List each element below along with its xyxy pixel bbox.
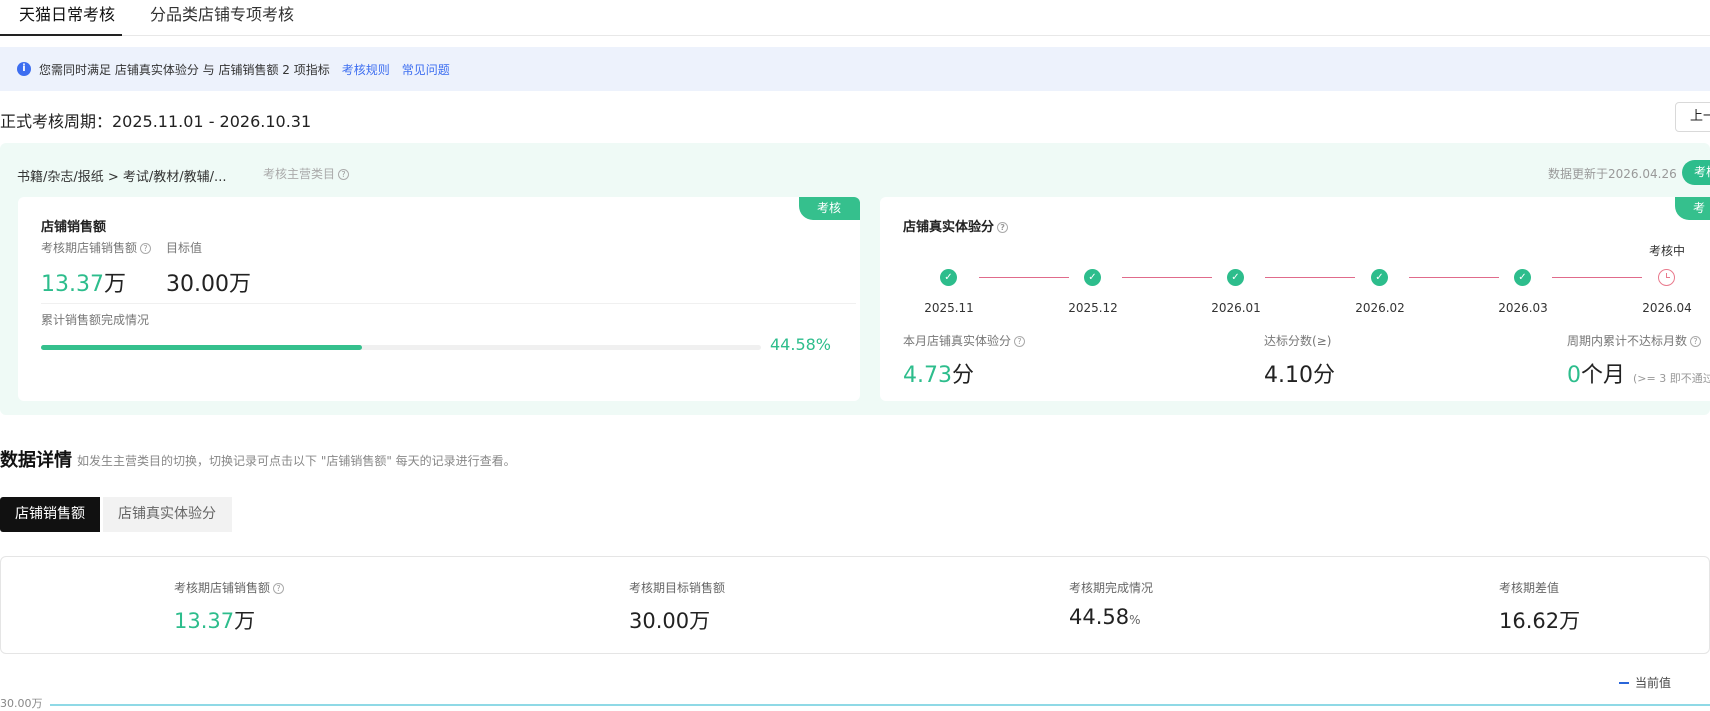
check-icon: ✓ — [1084, 269, 1101, 286]
target-line — [50, 704, 1710, 706]
help-icon[interactable]: ? — [997, 222, 1009, 233]
help-icon[interactable]: ? — [273, 583, 285, 594]
pass-score-label: 达标分数(≥) — [1264, 334, 1332, 348]
metric-label: 考核期差值 — [1499, 581, 1560, 595]
step-connector — [1409, 277, 1499, 278]
clock-icon — [1658, 269, 1675, 286]
top-tabs: 天猫日常考核 分品类店铺专项考核 — [0, 0, 1710, 36]
help-icon[interactable]: ? — [140, 243, 152, 254]
fail-note: (>= 3 即不通过 — [1633, 372, 1710, 385]
help-icon[interactable]: ? — [338, 169, 350, 180]
step-connector — [1122, 277, 1212, 278]
tab-category-special[interactable]: 分品类店铺专项考核 — [150, 0, 294, 36]
progress-percent: 44.58% — [770, 335, 832, 354]
status-tag: 考核 — [1675, 197, 1710, 238]
progress-bar — [41, 345, 761, 350]
status-tag: 考核中 — [799, 197, 860, 238]
category-hint: 考核主营类目? — [263, 165, 350, 182]
progress-label: 累计销售额完成情况 — [41, 313, 150, 327]
month-label: 2026.01 — [1211, 301, 1261, 315]
metric-label: 考核期店铺销售额? — [174, 579, 285, 596]
target-label: 目标值 — [166, 241, 203, 255]
month-label: 2026.02 — [1355, 301, 1405, 315]
fail-months-value: 0个月 (>= 3 即不通过 — [1567, 357, 1710, 389]
metric-value: 16.62万 — [1499, 609, 1581, 633]
period-sales-label: 考核期店铺销售额? — [41, 239, 152, 256]
month-label: 2026.04 — [1642, 301, 1692, 315]
card-title: 店铺真实体验分? — [903, 216, 1009, 235]
tab-tmall-daily[interactable]: 天猫日常考核 — [0, 0, 122, 36]
fail-months-label: 周期内累计不达标月数? — [1567, 332, 1702, 349]
check-icon: ✓ — [1514, 269, 1531, 286]
metric-label: 考核期完成情况 — [1069, 581, 1154, 595]
step-connector — [1552, 277, 1642, 278]
data-updated: 数据更新于2026.04.26 — [1548, 167, 1677, 181]
period-sales-value: 13.37万 — [41, 272, 126, 297]
notice-text: 您需同时满足 店铺真实体验分 与 店铺销售额 2 项指标 — [39, 62, 330, 77]
metric-value: 30.00万 — [629, 609, 711, 633]
month-label: 2026.03 — [1498, 301, 1548, 315]
prev-period-button[interactable]: 上一 — [1675, 102, 1710, 132]
segment-experience-score[interactable]: 店铺真实体验分 — [103, 497, 232, 532]
summary-box — [0, 556, 1710, 654]
category-breadcrumb: 书籍/杂志/报纸 > 考试/教材/教辅/... — [17, 170, 227, 185]
faq-link[interactable]: 常见问题 — [402, 61, 450, 78]
status-pill[interactable]: 考核 — [1682, 160, 1710, 185]
info-icon: i — [17, 62, 31, 76]
card-title: 店铺销售额 — [41, 220, 107, 235]
step-connector — [979, 277, 1069, 278]
rules-link[interactable]: 考核规则 — [342, 61, 390, 78]
check-icon: ✓ — [1227, 269, 1244, 286]
section-title: 数据详情 — [0, 450, 72, 471]
experience-card: 考核 店铺真实体验分? 考核中 ✓ ✓ ✓ ✓ ✓ 2025.11 2025.1… — [880, 197, 1710, 401]
divider — [41, 303, 856, 304]
help-icon[interactable]: ? — [1690, 336, 1702, 347]
sales-card: 考核中 店铺销售额 考核期店铺销售额? 目标值 13.37万 30.00万 累计… — [18, 197, 860, 401]
notice-bar: i 您需同时满足 店铺真实体验分 与 店铺销售额 2 项指标 考核规则 常见问题 — [0, 47, 1710, 91]
check-icon: ✓ — [1371, 269, 1388, 286]
legend-marker — [1619, 682, 1629, 684]
segment-store-sales[interactable]: 店铺销售额 — [0, 497, 100, 532]
section-hint: 如发生主营类目的切换，切换记录可点击以下 "店铺销售额" 每天的记录进行查看。 — [77, 454, 516, 468]
check-icon: ✓ — [940, 269, 957, 286]
y-axis-label: 30.00万 — [0, 697, 43, 710]
month-score-value: 4.73分 — [903, 363, 974, 388]
chart-legend[interactable]: 当前值 — [1619, 674, 1671, 691]
pass-score-value: 4.10分 — [1264, 363, 1335, 388]
progress-fill — [41, 345, 362, 350]
metric-value: 13.37万 — [174, 609, 256, 633]
month-score-label: 本月店铺真实体验分? — [903, 332, 1026, 349]
current-status: 考核中 — [1649, 244, 1686, 258]
metric-label: 考核期目标销售额 — [629, 581, 726, 595]
assessment-period: 正式考核周期：2025.11.01 - 2026.10.31 — [0, 112, 312, 131]
step-connector — [1265, 277, 1355, 278]
month-label: 2025.11 — [924, 301, 974, 315]
metric-value: 44.58% — [1069, 605, 1141, 629]
month-label: 2025.12 — [1068, 301, 1118, 315]
help-icon[interactable]: ? — [1014, 336, 1026, 347]
target-value: 30.00万 — [166, 272, 251, 297]
